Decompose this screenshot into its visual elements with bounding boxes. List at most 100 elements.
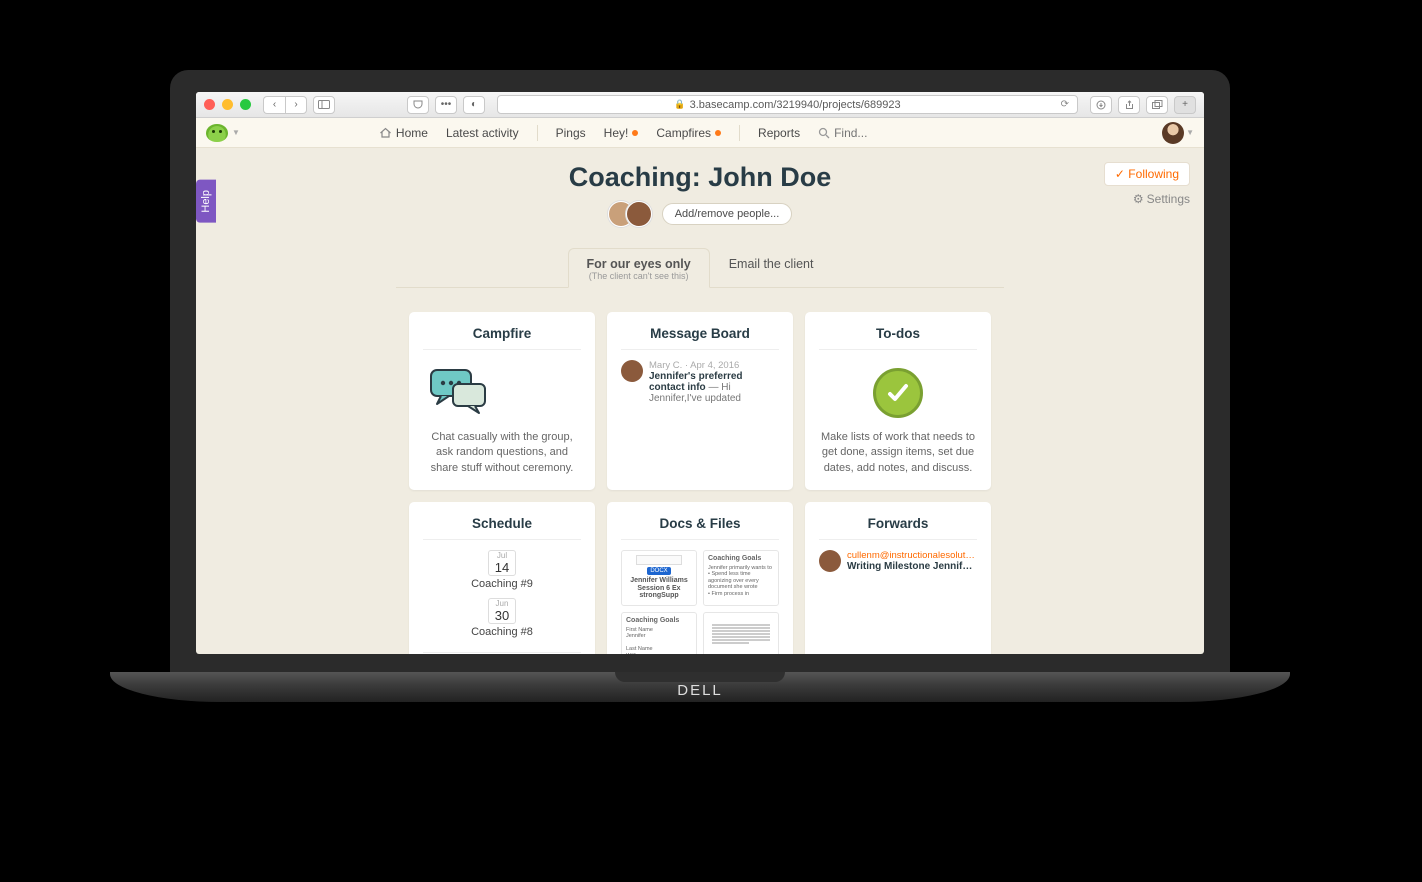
visibility-tabs: For our eyes only (The client can't see … (396, 247, 1004, 288)
downloads-button[interactable] (1090, 96, 1112, 114)
card-title: Forwards (819, 516, 977, 540)
gear-icon: ⚙ (1133, 192, 1144, 206)
doc-item[interactable]: DOCX Jennifer Williams Session 6 Ex stro… (621, 550, 697, 606)
doc-item[interactable] (703, 612, 779, 654)
main-nav: Home Latest activity Pings Hey! Campfire… (379, 125, 884, 141)
message-item[interactable]: Mary C. · Apr 4, 2016 Jennifer's preferr… (621, 360, 779, 404)
schedule-item[interactable]: Jul 14 Coaching #9 (423, 550, 581, 598)
laptop-frame: ‹ › ••• ◐ 🔒 3.basecamp.com/3219940/proje… (170, 70, 1230, 702)
dell-logo: DELL (677, 682, 723, 699)
nav-campfires[interactable]: Campfires (656, 126, 721, 140)
sidebar-button[interactable] (313, 96, 335, 114)
laptop-base: DELL (110, 672, 1290, 702)
reload-icon[interactable]: ⟳ (1061, 99, 1069, 110)
nav-back-forward: ‹ › (263, 96, 307, 114)
search-input[interactable] (834, 126, 884, 140)
person-avatar[interactable] (626, 201, 652, 227)
user-menu-caret-icon[interactable]: ▼ (1186, 128, 1194, 137)
doc-name: Coaching Goals (626, 617, 692, 625)
search-icon (818, 127, 830, 139)
forward-item[interactable]: cullenm@instructionalesolutions.com (v..… (819, 550, 977, 572)
account-menu-caret-icon[interactable]: ▼ (232, 128, 240, 137)
divider (423, 652, 581, 653)
lock-icon: 🔒 (674, 99, 685, 110)
nav-reports[interactable]: Reports (758, 126, 800, 140)
doc-thumbnail-icon (708, 617, 774, 652)
new-tab-button[interactable]: + (1174, 96, 1196, 114)
docx-badge: DOCX (647, 567, 670, 575)
screen: ‹ › ••• ◐ 🔒 3.basecamp.com/3219940/proje… (196, 92, 1204, 654)
card-title: Docs & Files (621, 516, 779, 540)
following-button[interactable]: ✓ Following (1104, 162, 1190, 186)
tab-internal[interactable]: For our eyes only (The client can't see … (568, 248, 710, 288)
app-nav-bar: ▼ Home Latest activity Pings Hey! (196, 118, 1204, 148)
card-title: To-dos (819, 326, 977, 350)
docs-files-card[interactable]: Docs & Files DOCX Jennifer Williams Sess… (607, 502, 793, 654)
home-icon (379, 127, 392, 139)
message-board-card[interactable]: Message Board Mary C. · Apr 4, 2016 Jenn… (607, 312, 793, 490)
window-controls (204, 99, 251, 110)
notification-dot-icon (632, 130, 638, 136)
calendar-icon: Jul 14 (488, 550, 516, 576)
laptop-notch (615, 672, 785, 682)
address-bar[interactable]: 🔒 3.basecamp.com/3219940/projects/689923… (497, 95, 1078, 114)
schedule-item[interactable]: Jun 30 Coaching #8 (423, 598, 581, 646)
project-title: Coaching: John Doe (216, 162, 1184, 193)
shield-button[interactable]: ◐ (463, 96, 485, 114)
nav-separator (537, 125, 538, 141)
screen-bezel: ‹ › ••• ◐ 🔒 3.basecamp.com/3219940/proje… (170, 70, 1230, 672)
card-title: Message Board (621, 326, 779, 350)
user-avatar[interactable] (1162, 122, 1184, 144)
schedule-card[interactable]: Schedule Jul 14 Coaching #9 Jun 30 (409, 502, 595, 654)
basecamp-logo-icon[interactable] (206, 124, 228, 142)
event-title: Coaching #9 (423, 578, 581, 590)
add-remove-people-button[interactable]: Add/remove people... (662, 203, 793, 225)
notification-dot-icon (715, 130, 721, 136)
card-title: Schedule (423, 516, 581, 540)
nav-latest-activity[interactable]: Latest activity (446, 126, 519, 140)
doc-preview: Jennifer primarily wants to • Spend less… (708, 565, 774, 598)
tabs-button[interactable] (1146, 96, 1168, 114)
doc-name: Jennifer Williams Session 6 Ex strongSup… (626, 577, 692, 600)
forward-subject: Writing Milestone Jennifer Wil... (847, 561, 977, 572)
doc-item[interactable]: Coaching Goals First Name Jennifer Last … (621, 612, 697, 654)
message-meta: Mary C. · Apr 4, 2016 (649, 360, 779, 371)
doc-name: Coaching Goals (708, 555, 774, 563)
card-description: Make lists of work that needs to get don… (819, 430, 977, 476)
close-window-icon[interactable] (204, 99, 215, 110)
extensions-button[interactable]: ••• (435, 96, 457, 114)
tab-email-client[interactable]: Email the client (710, 248, 833, 288)
url-text: 3.basecamp.com/3219940/projects/689923 (690, 99, 901, 111)
card-description: Chat casually with the group, ask random… (423, 430, 581, 476)
forwards-card[interactable]: Forwards cullenm@instructionalesolutions… (805, 502, 991, 654)
doc-thumbnail-icon (636, 555, 682, 565)
checkmark-icon (873, 368, 923, 418)
nav-separator (739, 125, 740, 141)
forward-button[interactable]: › (285, 96, 307, 114)
chat-bubbles-icon (423, 366, 581, 420)
tools-grid: Campfire Chat casually with the group, a… (196, 288, 1204, 654)
settings-link[interactable]: ⚙ Settings (1133, 192, 1190, 206)
nav-search[interactable] (818, 126, 884, 140)
campfire-card[interactable]: Campfire Chat casually with the group, a… (409, 312, 595, 490)
doc-item[interactable]: Coaching Goals Jennifer primarily wants … (703, 550, 779, 606)
minimize-window-icon[interactable] (222, 99, 233, 110)
event-title: Coaching #8 (423, 626, 581, 638)
doc-preview: First Name Jennifer Last Name Williams (626, 627, 692, 654)
back-button[interactable]: ‹ (263, 96, 285, 114)
author-avatar (621, 360, 643, 382)
people-row: Add/remove people... (216, 201, 1184, 227)
card-title: Campfire (423, 326, 581, 350)
docs-grid: DOCX Jennifer Williams Session 6 Ex stro… (621, 550, 779, 654)
share-button[interactable] (1118, 96, 1140, 114)
nav-home[interactable]: Home (379, 126, 428, 140)
project-header: ✓ Following ⚙ Settings Coaching: John Do… (196, 148, 1204, 235)
nav-pings[interactable]: Pings (556, 126, 586, 140)
nav-hey[interactable]: Hey! (604, 126, 639, 140)
zoom-window-icon[interactable] (240, 99, 251, 110)
forward-from: cullenm@instructionalesolutions.com (v..… (847, 550, 977, 561)
project-page: Help ✓ Following ⚙ Settings Coaching: Jo… (196, 148, 1204, 654)
browser-toolbar: ‹ › ••• ◐ 🔒 3.basecamp.com/3219940/proje… (196, 92, 1204, 118)
pocket-button[interactable] (407, 96, 429, 114)
todos-card[interactable]: To-dos Make lists of work that needs to … (805, 312, 991, 490)
